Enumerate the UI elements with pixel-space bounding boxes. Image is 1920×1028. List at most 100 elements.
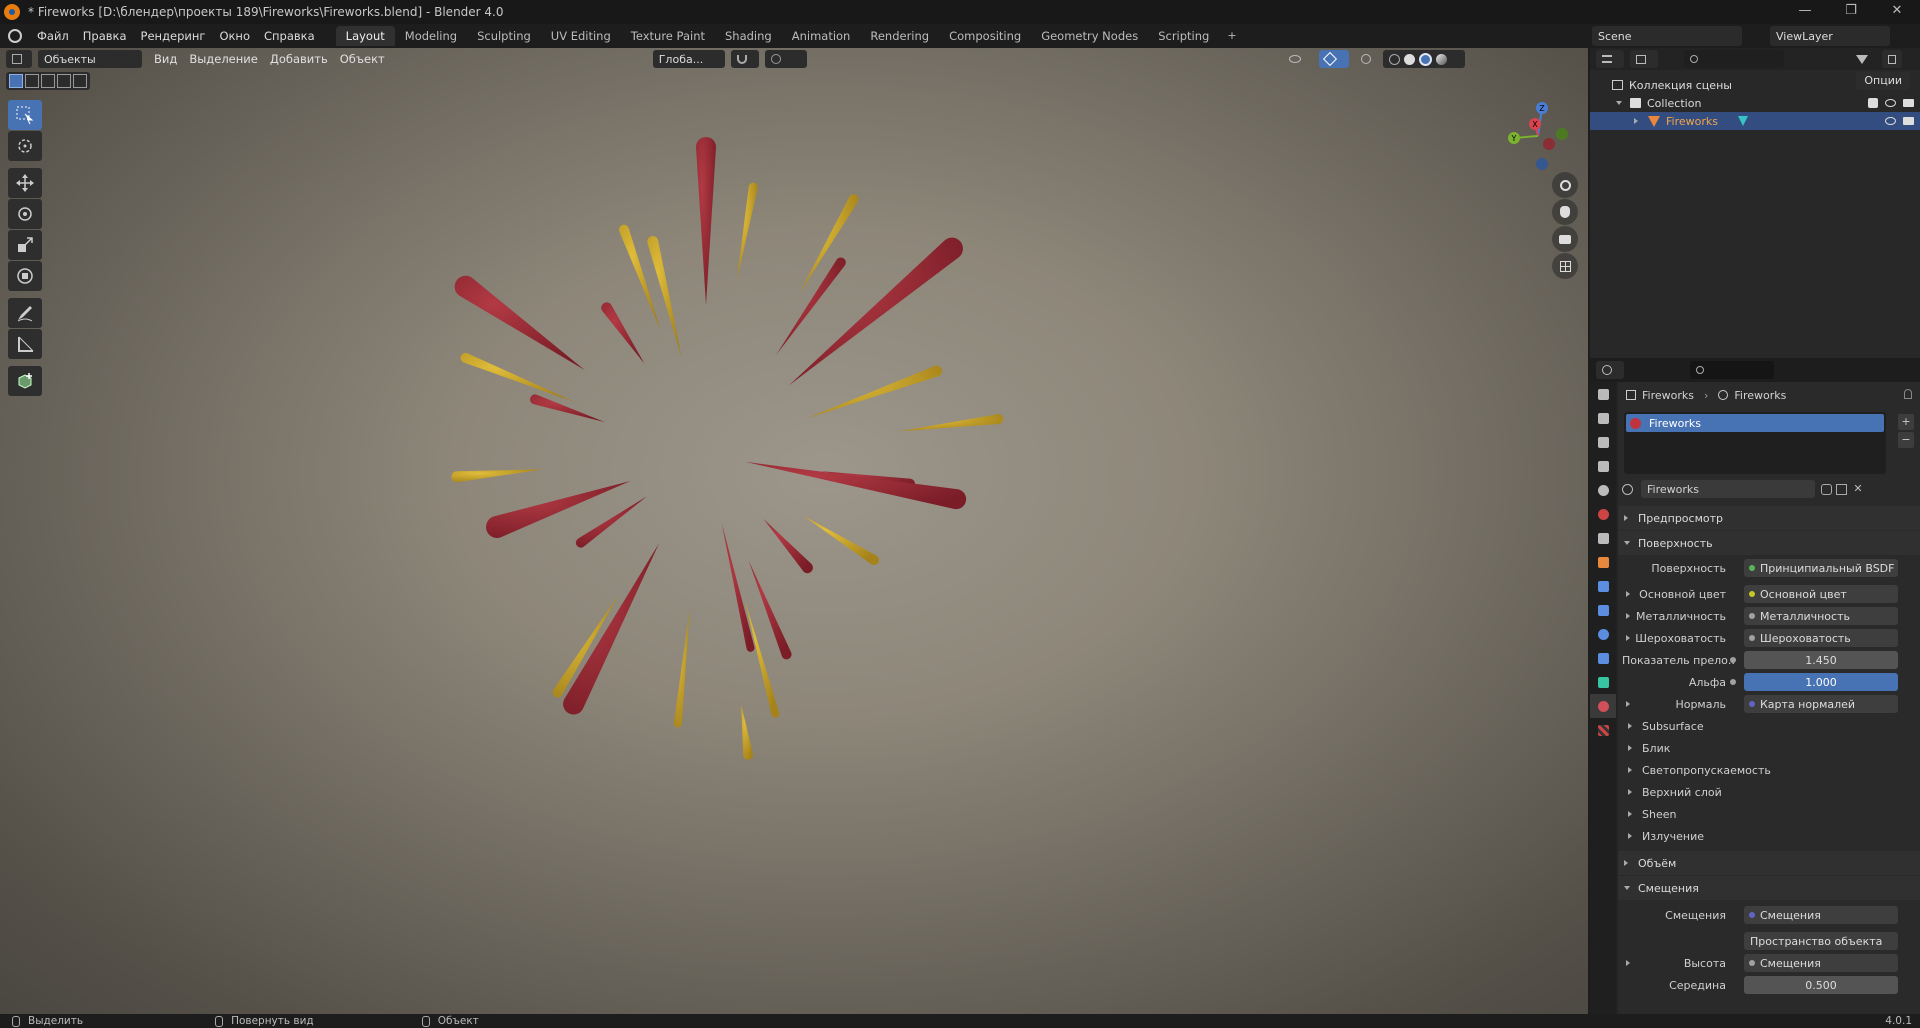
cursor-tool[interactable] — [8, 131, 42, 161]
outliner-search-input[interactable] — [1684, 50, 1784, 68]
add-cube-tool[interactable] — [8, 366, 42, 396]
material-slot-item[interactable]: Fireworks — [1626, 414, 1884, 432]
solid-shading-icon[interactable] — [1403, 53, 1415, 65]
3d-viewport[interactable] — [0, 48, 1588, 1014]
subpanel-subsurface[interactable]: Subsurface — [1618, 715, 1920, 737]
tab-texture-paint[interactable]: Texture Paint — [621, 26, 715, 46]
outliner-object-fireworks[interactable]: Fireworks — [1590, 112, 1920, 130]
tab-object[interactable] — [1590, 550, 1616, 574]
add-slot-button[interactable]: + — [1898, 414, 1914, 430]
tab-scripting[interactable]: Scripting — [1148, 26, 1219, 46]
roughness-field[interactable]: Шероховатость — [1744, 629, 1898, 647]
tab-physics[interactable] — [1590, 622, 1616, 646]
mode-dropdown[interactable]: Объекты — [38, 50, 142, 68]
menu-file[interactable]: Файл — [30, 29, 76, 43]
blender-menu-icon[interactable] — [8, 29, 22, 43]
ior-field[interactable]: 1.450 — [1744, 651, 1898, 669]
camera-render-icon[interactable] — [1903, 117, 1914, 125]
wireframe-shading-icon[interactable] — [1388, 53, 1400, 65]
tab-world[interactable] — [1590, 502, 1616, 526]
material-name-field[interactable]: Fireworks — [1641, 480, 1815, 498]
alpha-field[interactable]: 1.000 — [1744, 673, 1898, 691]
options-dropdown[interactable]: Опции — [1856, 72, 1910, 90]
viewlayer-selector[interactable]: ViewLayer — [1770, 26, 1890, 46]
surface-shader-field[interactable]: Принципиальный BSDF — [1744, 559, 1898, 577]
expand-icon[interactable] — [1626, 635, 1630, 641]
space-dropdown[interactable]: Пространство объекта — [1744, 932, 1898, 950]
material-browse-icon[interactable] — [1622, 483, 1633, 495]
add-workspace-button[interactable]: + — [1219, 26, 1244, 46]
tab-constraints[interactable] — [1590, 646, 1616, 670]
fake-user-icon[interactable] — [1821, 483, 1832, 495]
select-mode-subtract-icon[interactable] — [41, 74, 55, 88]
tab-texture[interactable] — [1590, 718, 1616, 742]
subpanel-sheen[interactable]: Sheen — [1618, 803, 1920, 825]
subpanel-transmission[interactable]: Светопропускаемость — [1618, 759, 1920, 781]
move-tool[interactable] — [8, 168, 42, 198]
tab-modifiers[interactable] — [1590, 574, 1616, 598]
gizmo-neg-x[interactable] — [1543, 138, 1555, 150]
menu-view[interactable]: Вид — [148, 52, 183, 66]
select-mode-intersect-icon[interactable] — [73, 74, 87, 88]
tab-view-layer[interactable] — [1590, 454, 1616, 478]
tab-data[interactable] — [1590, 670, 1616, 694]
maximize-button[interactable]: ❐ — [1828, 0, 1874, 24]
menu-edit[interactable]: Правка — [76, 29, 134, 43]
tab-scene[interactable] — [1590, 478, 1616, 502]
measure-tool[interactable] — [8, 329, 42, 359]
tab-rendering[interactable]: Rendering — [860, 26, 939, 46]
filter-button[interactable] — [1850, 50, 1876, 68]
zoom-view-button[interactable] — [1552, 172, 1578, 198]
outliner-collection[interactable]: Collection — [1590, 94, 1920, 112]
expand-icon[interactable] — [1626, 960, 1630, 966]
tab-render[interactable] — [1590, 406, 1616, 430]
camera-view-button[interactable] — [1552, 226, 1578, 252]
properties-editor-type-button[interactable] — [1596, 361, 1624, 379]
subpanel-emission[interactable]: Излучение — [1618, 825, 1920, 847]
tab-modeling[interactable]: Modeling — [395, 26, 467, 46]
section-displacement[interactable]: Смещения — [1618, 876, 1920, 900]
new-collection-button[interactable] — [1882, 50, 1902, 68]
visibility-button[interactable] — [1283, 50, 1313, 68]
select-mode-invert-icon[interactable] — [57, 74, 71, 88]
camera-render-icon[interactable] — [1903, 99, 1914, 107]
expand-icon[interactable] — [1634, 118, 1638, 124]
menu-select[interactable]: Выделение — [183, 52, 264, 66]
overlay-button[interactable] — [1355, 50, 1377, 68]
collapse-icon[interactable] — [1616, 101, 1622, 105]
gizmo-neg-z[interactable] — [1536, 158, 1548, 170]
scale-tool[interactable] — [8, 230, 42, 260]
shading-modes[interactable] — [1382, 50, 1465, 68]
subpanel-coat[interactable]: Верхний слой — [1618, 781, 1920, 803]
tab-particles[interactable] — [1590, 598, 1616, 622]
tab-geometry-nodes[interactable]: Geometry Nodes — [1031, 26, 1148, 46]
menu-help[interactable]: Справка — [257, 29, 322, 43]
perspective-toggle-button[interactable] — [1552, 253, 1578, 279]
pan-view-button[interactable] — [1552, 199, 1578, 225]
displacement-field[interactable]: Смещения — [1744, 906, 1898, 924]
normal-field[interactable]: Карта нормалей — [1744, 695, 1898, 713]
tab-shading[interactable]: Shading — [715, 26, 782, 46]
close-button[interactable]: ✕ — [1874, 0, 1920, 24]
transform-tool[interactable] — [8, 261, 42, 291]
tab-output[interactable] — [1590, 430, 1616, 454]
transform-orientation-dropdown[interactable]: Глоба... — [652, 50, 725, 68]
select-mode-new-icon[interactable] — [9, 74, 23, 88]
tab-compositing[interactable]: Compositing — [939, 26, 1031, 46]
menu-object[interactable]: Объект — [334, 52, 391, 66]
subpanel-specular[interactable]: Блик — [1618, 737, 1920, 759]
tab-layout[interactable]: Layout — [335, 26, 395, 46]
section-volume[interactable]: Объём — [1618, 851, 1920, 875]
eye-icon[interactable] — [1885, 117, 1896, 125]
section-preview[interactable]: Предпросмотр — [1618, 506, 1920, 530]
material-slot-list[interactable]: Fireworks — [1624, 412, 1886, 474]
proportional-edit-button[interactable] — [764, 50, 807, 68]
rendered-shading-icon[interactable] — [1435, 53, 1447, 65]
menu-window[interactable]: Окно — [212, 29, 257, 43]
metallic-field[interactable]: Металличность — [1744, 607, 1898, 625]
expand-icon[interactable] — [1626, 701, 1630, 707]
unlink-icon[interactable]: ✕ — [1851, 482, 1865, 496]
midlevel-field[interactable]: 0.500 — [1744, 976, 1898, 994]
eye-icon[interactable] — [1885, 99, 1896, 107]
gizmo-neg-y[interactable] — [1556, 128, 1568, 140]
